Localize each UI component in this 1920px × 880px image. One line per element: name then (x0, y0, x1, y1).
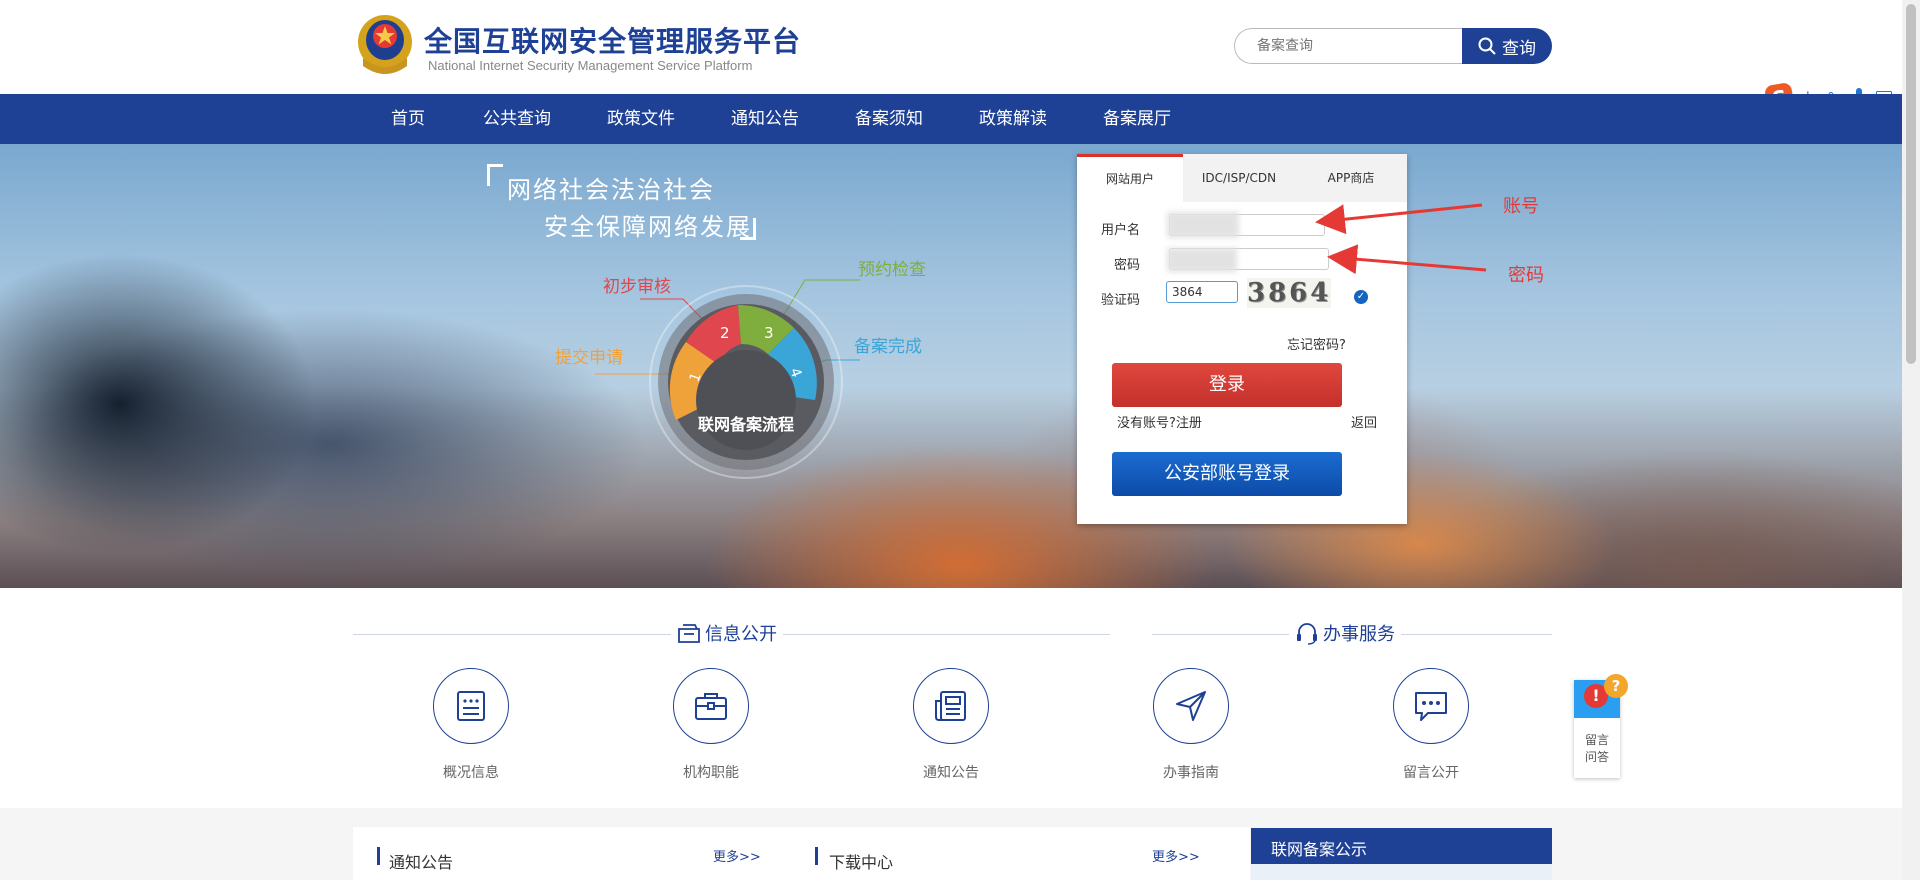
navigation-arrow-icon (1176, 691, 1206, 721)
svc-functions: 机构职能 (656, 668, 766, 782)
notice-bar (377, 847, 380, 865)
filing-publicity-panel: 联网备案公示 (1251, 828, 1552, 880)
header: 全国互联网安全管理服务平台 National Internet Security… (0, 0, 1920, 94)
captcha-input[interactable] (1166, 281, 1238, 303)
captcha-image[interactable]: 3864 (1247, 278, 1331, 308)
svc-guide: 办事指南 (1136, 668, 1246, 782)
site-title: 全国互联网安全管理服务平台 (424, 25, 802, 58)
download-bar (815, 847, 818, 865)
download-panel-title: 下载中心 (829, 853, 894, 872)
login-button[interactable]: 登录 (1112, 363, 1342, 407)
username-label: 用户名 (1100, 223, 1140, 238)
document-list-icon (457, 691, 485, 721)
forgot-password-link[interactable]: 忘记密码? (1287, 334, 1346, 353)
notice-more-link[interactable]: 更多>> (713, 846, 761, 865)
register-link[interactable]: 没有账号?注册 (1117, 412, 1202, 431)
svc-functions-button[interactable] (673, 668, 749, 744)
svc-notices-button[interactable] (913, 668, 989, 744)
annotation-account: 账号 (1503, 196, 1539, 217)
svc-messages: 留言公开 (1376, 668, 1486, 782)
notice-panel-title: 通知公告 (389, 853, 454, 872)
filing-publicity-title: 联网备案公示 (1271, 840, 1368, 859)
search-input[interactable] (1234, 28, 1464, 64)
svc-guide-button[interactable] (1153, 668, 1229, 744)
annotation-arrows (1315, 203, 1487, 275)
page-scrollbar[interactable] (1902, 0, 1920, 880)
password-arrow (1327, 244, 1487, 275)
folder-icon (678, 624, 700, 643)
process-title: 联网备案流程 (698, 415, 794, 434)
quote-mark-left (487, 164, 503, 186)
hero-banner (0, 144, 1902, 588)
headset-icon (1297, 623, 1317, 645)
service-section-title: 办事服务 (1289, 620, 1401, 646)
banner-slogan-line2: 安全保障网络发展 (544, 213, 752, 241)
nav-item-notices[interactable]: 通知公告 (731, 94, 799, 144)
float-qa-label: 留言 问答 (1574, 732, 1620, 766)
site-subtitle: National Internet Security Management Se… (428, 58, 753, 73)
password-label: 密码 (1113, 258, 1140, 273)
chat-bubble-icon (1415, 692, 1447, 721)
svc-notices: 通知公告 (896, 668, 1006, 782)
float-qa-line2: 问答 (1584, 750, 1609, 764)
newspaper-icon (935, 691, 966, 721)
account-arrow (1315, 203, 1483, 235)
svc-overview: 概况信息 (416, 668, 526, 782)
annotation-password: 密码 (1508, 265, 1544, 286)
download-more-link[interactable]: 更多>> (1152, 846, 1200, 865)
service-section-label: 办事服务 (1323, 624, 1395, 645)
nav-item-filing-notes[interactable]: 备案须知 (855, 94, 923, 144)
question-badge-icon: ? (1604, 674, 1628, 698)
step-2-number: 2 (720, 324, 730, 342)
svc-overview-button[interactable] (433, 668, 509, 744)
svc-overview-label: 概况信息 (443, 765, 499, 781)
svc-messages-button[interactable] (1393, 668, 1469, 744)
username-redaction (1167, 212, 1239, 238)
search-icon (1478, 37, 1496, 55)
nav-item-filing-hall[interactable]: 备案展厅 (1103, 94, 1171, 144)
float-qa-line1: 留言 (1584, 733, 1609, 747)
captcha-label: 验证码 (1100, 293, 1140, 308)
step-3-number: 3 (764, 324, 774, 342)
password-redaction (1167, 248, 1237, 272)
captcha-verified-check-icon: ✓ (1354, 290, 1368, 304)
nav-item-policy-interpretation[interactable]: 政策解读 (979, 94, 1047, 144)
svc-messages-label: 留言公开 (1403, 765, 1459, 781)
download-panel: 下载中心 更多>> (790, 827, 1250, 880)
banner-slogan-line1: 网络社会法治社会 (507, 176, 715, 204)
filing-publicity-body (1251, 864, 1552, 880)
police-emblem-logo (358, 15, 412, 74)
svc-functions-label: 机构职能 (683, 765, 739, 781)
nav-item-policy-files[interactable]: 政策文件 (607, 94, 675, 144)
ministry-account-login-button[interactable]: 公安部账号登录 (1112, 452, 1342, 496)
briefcase-icon (695, 693, 727, 720)
tab-idc-isp-cdn[interactable]: IDC/ISP/CDN (1183, 154, 1295, 202)
scrollbar-thumb[interactable] (1906, 4, 1916, 364)
svc-notices-label: 通知公告 (923, 765, 979, 781)
message-qa-float-button[interactable]: ! ? 留言 问答 (1574, 674, 1628, 778)
nav-item-public-query[interactable]: 公共查询 (483, 94, 551, 144)
notice-panel: 通知公告 更多>> (353, 827, 813, 880)
info-section-label: 信息公开 (705, 624, 777, 645)
info-section-title: 信息公开 (671, 620, 783, 646)
search-button-label: 查询 (1502, 38, 1536, 59)
nav-item-home[interactable]: 首页 (391, 94, 425, 144)
tab-website-user[interactable]: 网站用户 (1077, 154, 1183, 202)
svc-guide-label: 办事指南 (1163, 765, 1219, 781)
back-link[interactable]: 返回 (1351, 412, 1377, 431)
search-button[interactable]: 查询 (1462, 28, 1552, 64)
main-nav: 首页 公共查询 政策文件 通知公告 备案须知 政策解读 备案展厅 (0, 94, 1902, 144)
filing-process-diagram: 1 2 3 4 联网备案流程 (595, 279, 860, 479)
